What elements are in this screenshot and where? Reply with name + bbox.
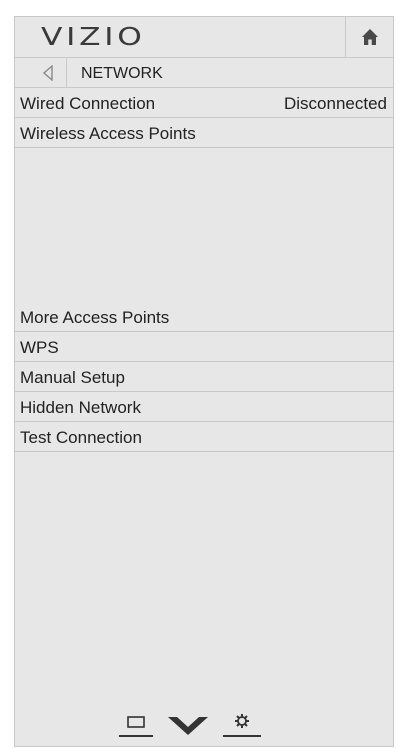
- menu-item-wps[interactable]: WPS: [15, 332, 393, 362]
- footer-nav: [15, 707, 393, 747]
- menu-item-label: Wired Connection: [20, 94, 156, 113]
- back-button[interactable]: [29, 58, 67, 87]
- menu-item-label: Manual Setup: [20, 368, 125, 387]
- menu-item-more-access-points[interactable]: More Access Points: [15, 302, 393, 332]
- home-button[interactable]: [345, 17, 393, 57]
- menu-item-label: WPS: [20, 338, 59, 357]
- menu-title: NETWORK: [81, 65, 163, 82]
- wide-chevron-down-icon: [168, 717, 208, 735]
- settings-menu-panel: VIZIO NETWORK Wired Connection Disconnec…: [14, 16, 394, 747]
- breadcrumb-row: NETWORK: [15, 58, 393, 88]
- home-icon: [361, 29, 378, 45]
- vizio-logo: VIZIO: [41, 22, 146, 51]
- menu-item-label: Wireless Access Points: [20, 124, 196, 143]
- wired-connection-status: Disconnected: [283, 94, 387, 113]
- menu-item-hidden-network[interactable]: Hidden Network: [15, 392, 393, 422]
- menu-item-manual-setup[interactable]: Manual Setup: [15, 362, 393, 392]
- menu-item-label: Test Connection: [20, 428, 142, 447]
- back-arrow-icon: [42, 64, 53, 81]
- input-icon: [119, 716, 153, 737]
- menu-item-label: Hidden Network: [20, 398, 141, 417]
- settings-gear-icon: [223, 714, 261, 737]
- input-button[interactable]: [118, 711, 154, 739]
- menu-down-button[interactable]: [167, 715, 209, 737]
- menu-item-wired-connection[interactable]: Wired Connection Disconnected: [15, 88, 393, 118]
- menu-item-label: More Access Points: [20, 308, 170, 327]
- menu-item-test-connection[interactable]: Test Connection: [15, 422, 393, 452]
- settings-button[interactable]: [222, 709, 262, 739]
- menu-item-wireless-access-points[interactable]: Wireless Access Points: [15, 118, 393, 148]
- menu-header: VIZIO: [15, 17, 393, 58]
